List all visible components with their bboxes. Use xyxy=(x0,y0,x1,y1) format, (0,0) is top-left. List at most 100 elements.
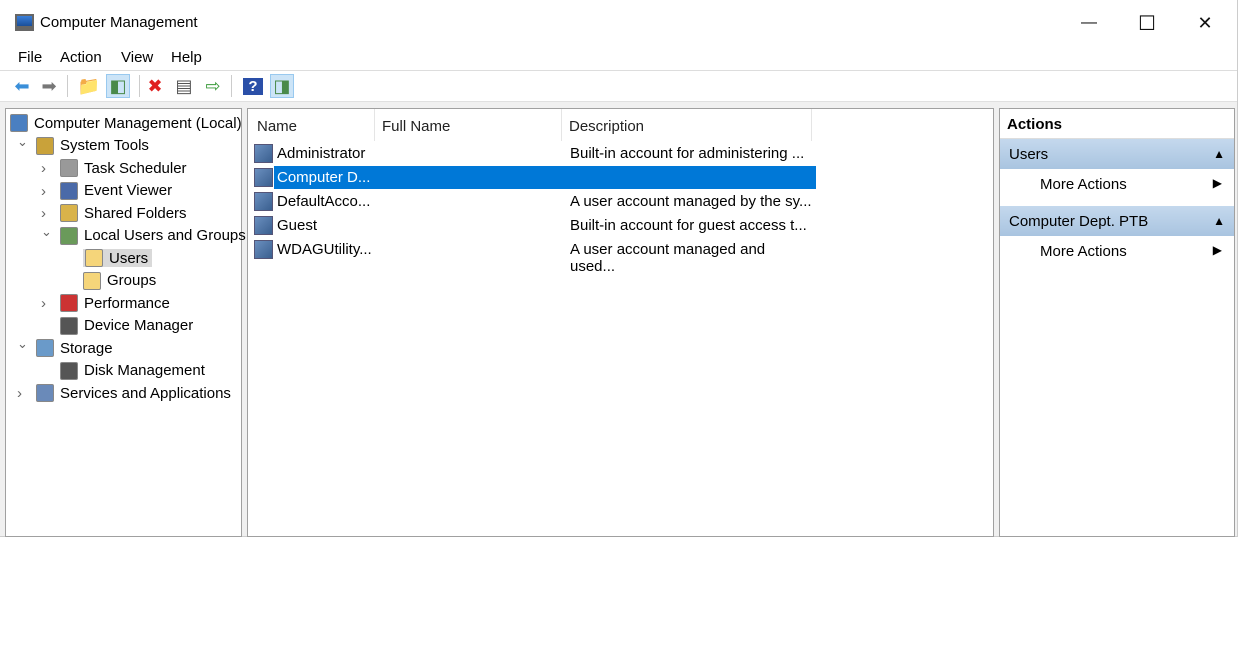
tree-item-label: Groups xyxy=(107,272,157,289)
tools-icon xyxy=(36,136,54,155)
table-row[interactable]: WDAGUtility... A user account managed and… xyxy=(252,238,812,275)
disk-icon xyxy=(60,361,78,380)
tree-item-local-users-and-groups[interactable]: Local Users and Groups xyxy=(60,225,246,247)
collapse-up-icon[interactable]: ▲ xyxy=(1213,147,1225,161)
column-header-description[interactable]: Description xyxy=(569,109,644,143)
chevron-right-icon[interactable]: › xyxy=(41,183,46,200)
tree-item-task-scheduler[interactable]: Task Scheduler xyxy=(60,157,187,179)
shared-folder-icon xyxy=(60,204,78,222)
event-viewer-icon xyxy=(60,181,78,200)
user-name: DefaultAcco... xyxy=(277,193,371,210)
chevron-down-icon[interactable]: ⌄ xyxy=(17,336,28,352)
forward-arrow-button[interactable]: ➡ xyxy=(37,74,61,98)
column-divider[interactable] xyxy=(561,109,562,141)
user-description: A user account managed by the sy... xyxy=(570,193,812,210)
show-hide-console-tree-button[interactable]: ◧ xyxy=(106,74,130,98)
tree-item-computer-management-local-[interactable]: Computer Management (Local) xyxy=(10,112,242,134)
table-row[interactable]: DefaultAcco... A user account managed by … xyxy=(252,190,812,213)
menu-help[interactable]: Help xyxy=(171,49,202,66)
users-list: Name Full Name Description Administrator… xyxy=(247,108,994,537)
column-divider[interactable] xyxy=(374,109,375,141)
console-tree: Computer Management (Local) System Tools ⌄… xyxy=(5,108,246,537)
column-header-full-name[interactable]: Full Name xyxy=(382,109,450,143)
maximize-button[interactable]: ☐ xyxy=(1118,0,1176,46)
tree-item-system-tools[interactable]: System Tools xyxy=(36,135,149,157)
collapse-up-icon[interactable]: ▲ xyxy=(1213,214,1225,228)
column-header-name[interactable]: Name xyxy=(257,109,297,143)
user-icon xyxy=(254,240,273,259)
tree-item-disk-management[interactable]: Disk Management xyxy=(60,360,205,382)
more-actions-item[interactable]: More Actions ▶ xyxy=(1000,170,1234,200)
tree-item-services-and-applications[interactable]: Services and Applications xyxy=(36,382,231,404)
tree-item-shared-folders[interactable]: Shared Folders xyxy=(60,202,187,224)
tree-item-device-manager[interactable]: Device Manager xyxy=(60,315,193,337)
column-divider[interactable] xyxy=(811,109,812,141)
folder-icon xyxy=(85,249,103,267)
tree-item-event-viewer[interactable]: Event Viewer xyxy=(60,180,172,202)
properties-button[interactable]: ▤ xyxy=(172,74,196,98)
up-folder-button[interactable]: 📁 xyxy=(77,74,101,98)
user-icon xyxy=(254,168,273,187)
table-row[interactable]: Guest Built-in account for guest access t… xyxy=(252,214,812,237)
chevron-right-icon[interactable]: › xyxy=(41,160,46,177)
actions-group-header[interactable]: Users ▲ xyxy=(1000,139,1234,169)
tree-item-storage[interactable]: Storage xyxy=(36,337,113,359)
tree-item-users[interactable]: Users xyxy=(83,247,153,269)
close-button[interactable]: ✕ xyxy=(1176,0,1234,46)
user-icon xyxy=(254,216,273,235)
tree-item-content: Disk Management xyxy=(60,361,205,380)
delete-button[interactable]: ✖ xyxy=(143,74,167,98)
table-row[interactable]: Administrator Built-in account for admini… xyxy=(252,142,812,165)
export-list-button[interactable]: ⇨ xyxy=(201,74,225,98)
user-description: Built-in account for administering ... xyxy=(570,145,805,162)
user-name: Computer D... xyxy=(277,169,371,186)
tree-item-label: Local Users and Groups xyxy=(84,227,246,244)
submenu-arrow-icon: ▶ xyxy=(1212,243,1222,257)
clock-icon xyxy=(60,159,78,177)
toolbar-separator xyxy=(231,75,232,97)
table-row[interactable]: Computer D... xyxy=(252,166,816,189)
actions-title: Actions xyxy=(1000,109,1234,139)
tree-item-label: Shared Folders xyxy=(84,204,187,222)
action-label: More Actions xyxy=(1040,176,1127,193)
chevron-down-icon[interactable]: ⌄ xyxy=(41,224,52,240)
menu-view[interactable]: View xyxy=(121,49,153,66)
window-title: Computer Management xyxy=(40,14,198,31)
tree-item-performance[interactable]: Performance xyxy=(60,292,170,314)
menu-action[interactable]: Action xyxy=(60,49,102,66)
user-description: Built-in account for guest access t... xyxy=(570,217,807,234)
minimize-button[interactable]: — xyxy=(1060,0,1118,46)
tree-item-content: Computer Management (Local) xyxy=(10,114,242,132)
chevron-down-icon[interactable]: ⌄ xyxy=(17,134,28,150)
forward-arrow-icon: ➡ xyxy=(41,75,57,96)
show-hide-action-pane-button[interactable]: ◨ xyxy=(270,74,294,98)
menu-file[interactable]: File xyxy=(18,49,42,66)
up-folder-icon: 📁 xyxy=(77,75,101,96)
show-hide-console-tree-icon: ◧ xyxy=(109,75,127,96)
delete-icon: ✖ xyxy=(147,75,163,96)
show-hide-action-pane-icon: ◨ xyxy=(273,75,291,96)
chevron-right-icon[interactable]: › xyxy=(41,295,46,312)
computer-management-window: Computer Management — ☐ ✕ File Action Vi… xyxy=(0,0,1238,537)
tree-item-label: Performance xyxy=(84,294,170,312)
user-icon xyxy=(254,144,273,163)
tree-item-label: Services and Applications xyxy=(60,384,231,402)
storage-icon xyxy=(36,339,54,357)
help-button[interactable]: ? xyxy=(241,74,265,98)
chevron-right-icon[interactable]: › xyxy=(41,205,46,222)
tree-item-label: Computer Management (Local) xyxy=(34,114,242,132)
tree-item-content: Event Viewer xyxy=(60,181,172,200)
tree-item-groups[interactable]: Groups xyxy=(83,270,156,292)
more-actions-item[interactable]: More Actions ▶ xyxy=(1000,237,1234,267)
tree-item-content: Users xyxy=(83,249,153,267)
back-arrow-button[interactable]: ⬅ xyxy=(10,74,34,98)
folder-icon xyxy=(83,271,101,290)
actions-group-header[interactable]: Computer Dept. PTB ▲ xyxy=(1000,206,1234,236)
tree-item-label: Task Scheduler xyxy=(84,159,187,177)
tree-item-content: Local Users and Groups xyxy=(60,226,246,245)
actions-pane: Actions Users ▲ More Actions ▶ Computer Dept… xyxy=(999,108,1235,537)
chevron-right-icon[interactable]: › xyxy=(17,385,22,402)
user-name: Administrator xyxy=(277,145,366,162)
tree-item-label: System Tools xyxy=(60,137,149,154)
tree-item-content: Storage xyxy=(36,339,113,357)
